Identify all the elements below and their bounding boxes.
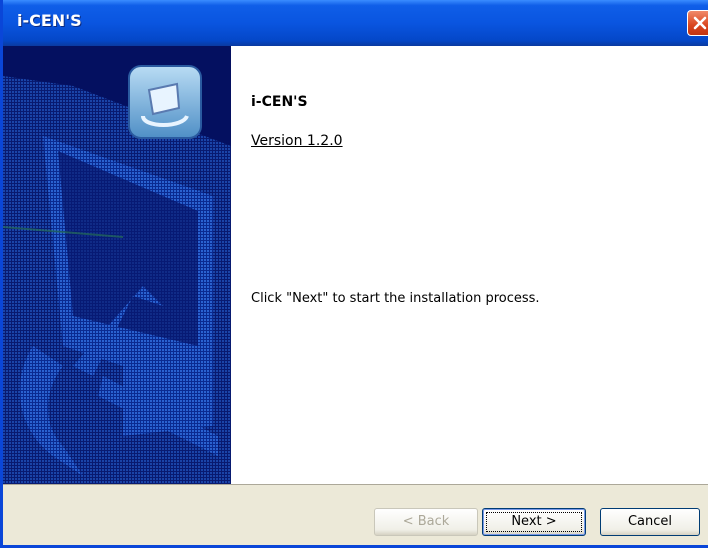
app-name-heading: i-CEN'S [251, 94, 308, 110]
cancel-button[interactable]: Cancel [600, 508, 700, 536]
back-label: Back [417, 514, 450, 529]
instruction-text: Click "Next" to start the installation p… [251, 291, 540, 306]
close-icon [693, 16, 707, 30]
circular-arrow-banner-art [3, 46, 231, 484]
installer-window: i-CEN'S i-CEN'S Version 1.2.0 Click "Nex… [0, 0, 708, 548]
button-bar: < Back Next > Cancel [3, 484, 708, 545]
close-button[interactable] [687, 10, 708, 36]
back-button[interactable]: < Back [374, 508, 478, 536]
welcome-content: i-CEN'S Version 1.2.0 Click "Next" to st… [231, 46, 708, 484]
window-title: i-CEN'S [17, 11, 82, 30]
title-bar[interactable]: i-CEN'S [3, 0, 708, 46]
back-prefix: < [402, 514, 418, 529]
next-button[interactable]: Next > [482, 508, 586, 536]
side-banner [3, 46, 231, 484]
version-link[interactable]: Version 1.2.0 [251, 133, 343, 149]
focus-rectangle [486, 512, 582, 532]
